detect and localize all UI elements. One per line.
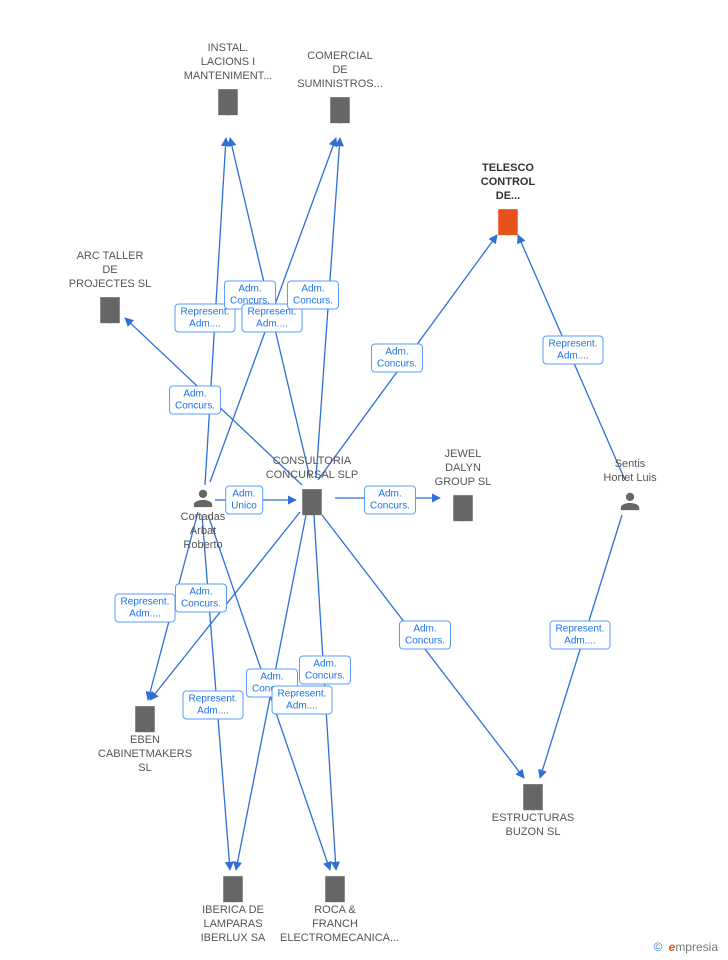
building-icon (215, 87, 241, 117)
building-icon (495, 207, 521, 237)
edge-label: Adm.Unico (225, 486, 263, 515)
node-arctaller[interactable]: ARC TALLERDEPROJECTES SL (55, 250, 165, 325)
node-label: JEWELDALYNGROUP SL (408, 448, 518, 489)
building-icon (132, 704, 158, 734)
building-icon (450, 493, 476, 523)
node-iberica[interactable]: IBERICA DELAMPARASIBERLUX SA (178, 870, 288, 945)
node-label: CortadasArbatRoberto (148, 511, 258, 552)
building-icon (327, 95, 353, 125)
edge-label: Represent.Adm.... (550, 621, 611, 650)
copyright-symbol: © (653, 940, 662, 954)
building-icon (520, 782, 546, 812)
edge-label: Adm.Concurs. (399, 621, 451, 650)
node-label: SentisHortet Luis (575, 458, 685, 486)
node-label: INSTAL.LACIONS IMANTENIMENT... (173, 42, 283, 83)
building-icon (299, 487, 325, 517)
brand-name: mpresia (675, 940, 718, 954)
node-sentis[interactable]: SentisHortet Luis (575, 458, 685, 514)
node-consultoria[interactable]: CONSULTORIACONCURSAL SLP (257, 455, 367, 517)
node-jewel[interactable]: JEWELDALYNGROUP SL (408, 448, 518, 523)
diagram-stage: INSTAL.LACIONS IMANTENIMENT... COMERCIAL… (0, 0, 728, 960)
building-icon (97, 295, 123, 325)
node-label: ROCA &FRANCHELECTROMECANICA... (280, 904, 390, 945)
edge-label: Represent.Adm.... (272, 686, 333, 715)
building-icon (220, 874, 246, 904)
node-label: COMERCIALDESUMINISTROS... (285, 50, 395, 91)
building-icon (322, 874, 348, 904)
edge-label: Represent.Adm.... (543, 336, 604, 365)
node-instal[interactable]: INSTAL.LACIONS IMANTENIMENT... (173, 42, 283, 117)
edge-label: Adm.Concurs. (175, 584, 227, 613)
person-icon (619, 490, 641, 514)
node-comercial[interactable]: COMERCIALDESUMINISTROS... (285, 50, 395, 125)
node-label: ESTRUCTURASBUZON SL (478, 812, 588, 840)
node-telesco[interactable]: TELESCOCONTROLDE... (453, 162, 563, 237)
edge-label: Adm.Concurs. (371, 344, 423, 373)
footer-brand: © empresia (653, 940, 718, 954)
node-label: TELESCOCONTROLDE... (453, 162, 563, 203)
node-label: IBERICA DELAMPARASIBERLUX SA (178, 904, 288, 945)
edge-label: Adm.Concurs. (364, 486, 416, 515)
edge-label: Adm.Concurs. (287, 281, 339, 310)
node-label: ARC TALLERDEPROJECTES SL (55, 250, 165, 291)
node-estructuras[interactable]: ESTRUCTURASBUZON SL (478, 778, 588, 840)
node-label: CONSULTORIACONCURSAL SLP (257, 455, 367, 483)
edge-label: Represent.Adm.... (115, 594, 176, 623)
edge-label: Represent.Adm.... (183, 691, 244, 720)
node-roca[interactable]: ROCA &FRANCHELECTROMECANICA... (280, 870, 390, 945)
node-label: EBENCABINETMAKERS SL (90, 734, 200, 775)
person-icon (192, 487, 214, 511)
edge-label: Adm.Concurs. (169, 386, 221, 415)
edge-label: Adm.Concurs. (299, 656, 351, 685)
